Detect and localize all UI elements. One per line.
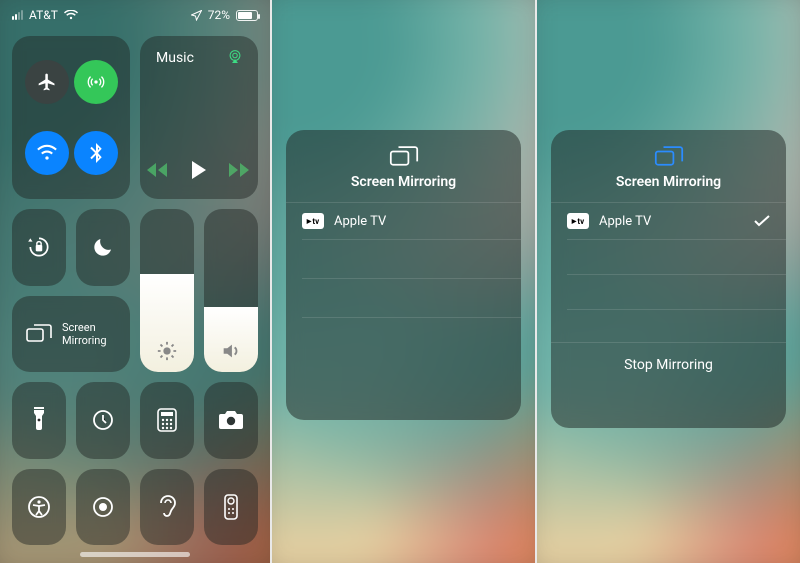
volume-icon (204, 340, 258, 362)
hearing-button[interactable] (140, 469, 194, 546)
timer-button[interactable] (76, 382, 130, 459)
device-row-apple-tv[interactable]: ▶tv Apple TV (551, 203, 786, 239)
apple-tv-badge-icon: ▶tv (567, 213, 589, 229)
device-label: Apple TV (599, 214, 651, 229)
screen-mirroring-icon (654, 146, 684, 168)
cellular-toggle[interactable] (74, 60, 118, 104)
wifi-toggle[interactable] (25, 131, 69, 175)
device-row-apple-tv[interactable]: ▶tv Apple TV (286, 203, 521, 239)
volume-slider[interactable] (204, 209, 258, 372)
connectivity-group[interactable] (12, 36, 130, 199)
home-indicator[interactable] (80, 552, 190, 557)
pane-mirroring-active: Screen Mirroring ▶tv Apple TV Stop Mirro… (535, 0, 800, 563)
calculator-button[interactable] (140, 382, 194, 459)
camera-button[interactable] (204, 382, 258, 459)
forward-button[interactable] (229, 162, 251, 178)
triptych: AT&T 72% (0, 0, 800, 563)
apple-tv-remote-button[interactable] (204, 469, 258, 546)
screen-mirroring-icon (389, 146, 419, 168)
cellular-signal-icon (12, 10, 23, 20)
airplay-audio-icon (226, 48, 244, 66)
music-title-label: Music (156, 50, 194, 66)
pane-mirroring-sheet: Screen Mirroring ▶tv Apple TV (270, 0, 535, 563)
wifi-icon (64, 10, 78, 20)
screen-record-button[interactable] (76, 469, 130, 546)
flashlight-button[interactable] (12, 382, 66, 459)
screen-mirroring-icon (26, 324, 52, 344)
panel-title: Screen Mirroring (616, 174, 721, 190)
pane-control-center: AT&T 72% (0, 0, 270, 563)
battery-pct-label: 72% (208, 8, 230, 22)
rewind-button[interactable] (147, 162, 169, 178)
carrier-label: AT&T (29, 8, 58, 22)
screen-mirroring-label: Screen Mirroring (62, 321, 116, 347)
music-tile[interactable]: Music (140, 36, 258, 199)
do-not-disturb-button[interactable] (76, 209, 130, 286)
airplane-toggle[interactable] (25, 60, 69, 104)
bluetooth-toggle[interactable] (74, 131, 118, 175)
brightness-icon (140, 340, 194, 362)
mirroring-panel: Screen Mirroring ▶tv Apple TV (286, 130, 521, 420)
mirroring-panel-active: Screen Mirroring ▶tv Apple TV Stop Mirro… (551, 130, 786, 428)
orientation-lock-button[interactable] (12, 209, 66, 286)
status-bar: AT&T 72% (0, 0, 270, 28)
play-button[interactable] (191, 161, 207, 179)
device-label: Apple TV (334, 214, 386, 229)
accessibility-button[interactable] (12, 469, 66, 546)
checkmark-icon (754, 215, 770, 227)
stop-mirroring-button[interactable]: Stop Mirroring (551, 342, 786, 387)
location-icon (191, 10, 202, 21)
control-center-grid: Music Screen Mirroring (12, 36, 258, 545)
screen-mirroring-button[interactable]: Screen Mirroring (12, 296, 130, 373)
brightness-slider[interactable] (140, 209, 194, 372)
apple-tv-badge-icon: ▶tv (302, 213, 324, 229)
panel-title: Screen Mirroring (351, 174, 456, 190)
battery-icon (236, 10, 258, 21)
